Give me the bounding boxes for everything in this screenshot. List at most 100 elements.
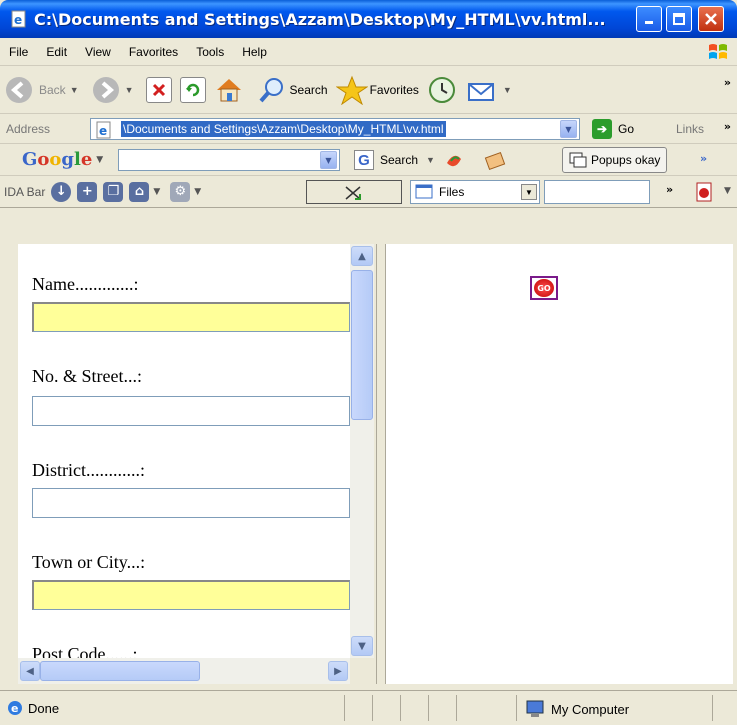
google-search-dropdown-arrow-icon[interactable]: ▼ — [426, 155, 435, 165]
address-dropdown-icon[interactable]: ▼ — [560, 120, 577, 138]
status-bar: e Done My Computer — [0, 690, 737, 725]
settings-icon[interactable]: ⚙ — [170, 181, 191, 202]
forward-arrow-icon — [92, 76, 119, 103]
frame-divider[interactable] — [376, 244, 386, 684]
security-zone: My Computer — [525, 699, 629, 719]
svg-text:e: e — [99, 124, 107, 138]
name-field[interactable] — [32, 302, 350, 332]
ida-status-box[interactable] — [306, 180, 402, 204]
house-icon[interactable]: ⌂ — [129, 181, 150, 202]
town-field[interactable] — [32, 580, 350, 610]
google-search-dropdown-icon[interactable]: ▼ — [320, 151, 337, 169]
district-field[interactable] — [32, 488, 350, 518]
close-button[interactable] — [698, 6, 724, 32]
google-overflow-icon[interactable]: » — [700, 152, 707, 165]
street-label: No. & Street...: — [32, 366, 142, 386]
district-label: District............: — [32, 460, 145, 480]
right-frame — [386, 244, 733, 684]
popup-window-icon — [569, 152, 587, 168]
computer-icon — [526, 700, 544, 717]
pagerank-icon[interactable] — [443, 149, 465, 171]
menu-favorites[interactable]: Favorites — [120, 45, 187, 59]
ida-dropdown-2-icon[interactable]: ▼ — [194, 187, 201, 197]
windows-logo-icon — [709, 44, 727, 59]
files-text-input[interactable] — [544, 180, 650, 204]
search-label: Search — [289, 82, 328, 97]
left-vertical-scrollbar[interactable]: ▲ ▼ — [350, 244, 374, 658]
refresh-icon — [179, 76, 206, 103]
files-dropdown-icon[interactable]: ▼ — [521, 184, 537, 200]
menu-bar: File Edit View Favorites Tools Help — [0, 38, 737, 66]
google-logo[interactable]: Google — [22, 149, 92, 170]
ida-dropdown-1-icon[interactable]: ▼ — [153, 187, 160, 197]
go-button[interactable]: ➔ Go — [592, 119, 634, 139]
search-button[interactable]: Search — [254, 70, 332, 110]
mail-dropdown-icon[interactable]: ▼ — [503, 85, 512, 95]
maximize-button[interactable] — [666, 6, 692, 32]
address-value: \Documents and Settings\Azzam\Desktop\My… — [121, 121, 446, 137]
pdf-dropdown-icon[interactable]: ▼ — [724, 186, 731, 196]
stop-button[interactable] — [142, 70, 176, 110]
left-horizontal-scrollbar[interactable]: ◀ ▶ — [18, 658, 350, 684]
back-dropdown-icon[interactable]: ▼ — [70, 85, 79, 95]
google-search-button[interactable]: G Search ▼ — [354, 149, 507, 171]
window-icon — [415, 184, 433, 199]
popups-okay-button[interactable]: Popups okay — [562, 147, 668, 173]
scroll-down-icon[interactable]: ▼ — [351, 636, 373, 656]
horizontal-scroll-thumb[interactable] — [40, 661, 200, 681]
refresh-button[interactable] — [176, 70, 210, 110]
status-divider — [456, 695, 457, 721]
left-frame: Name.............: No. & Street...: Dist… — [18, 244, 376, 684]
files-select[interactable]: Files ▼ — [410, 180, 540, 204]
google-g-icon: G — [354, 150, 374, 170]
highlighter-icon[interactable] — [483, 149, 507, 171]
links-overflow-icon[interactable]: » — [724, 120, 731, 133]
forward-dropdown-icon[interactable]: ▼ — [125, 85, 134, 95]
back-button[interactable]: Back ▼ — [0, 70, 87, 110]
ida-toolbar: IDA Bar ↓ + ❐ ⌂ ▼ ⚙ ▼ Files ▼ » ▼ — [0, 176, 737, 208]
google-search-input[interactable]: ▼ — [118, 149, 340, 171]
home-button[interactable] — [210, 70, 248, 110]
zone-label: My Computer — [551, 701, 630, 717]
copy-icon[interactable]: ❐ — [103, 181, 124, 202]
google-toolbar: Google ▼ ▼ G Search ▼ Popups okay » — [0, 144, 737, 176]
go-image-icon: GO — [534, 279, 554, 297]
google-menu-dropdown-icon[interactable]: ▼ — [96, 155, 103, 165]
status-divider — [344, 695, 345, 721]
menu-tools[interactable]: Tools — [187, 45, 233, 59]
ida-bar-label: IDA Bar — [4, 184, 46, 199]
ida-overflow-icon[interactable]: » — [666, 183, 673, 196]
stop-icon — [145, 76, 172, 103]
scroll-right-icon[interactable]: ▶ — [328, 661, 348, 681]
vertical-scroll-thumb[interactable] — [351, 270, 373, 420]
favorites-button[interactable]: Favorites — [332, 70, 423, 110]
address-label: Address — [6, 121, 51, 136]
forward-button[interactable]: ▼ — [87, 70, 142, 110]
toolbar-overflow-icon[interactable]: » — [724, 76, 731, 89]
menu-file[interactable]: File — [0, 45, 37, 59]
menu-view[interactable]: View — [76, 45, 120, 59]
frame-top-border — [0, 208, 737, 244]
favorites-label: Favorites — [369, 82, 419, 97]
download-icon[interactable]: ↓ — [51, 181, 72, 202]
mail-button[interactable]: ▼ — [461, 70, 520, 110]
minimize-button[interactable] — [636, 6, 662, 32]
ie-page-icon: e — [11, 10, 26, 28]
search-icon — [259, 77, 283, 102]
favorites-star-icon — [335, 75, 368, 105]
frame-left-border — [0, 208, 18, 698]
links-label[interactable]: Links — [676, 122, 704, 136]
scroll-up-icon[interactable]: ▲ — [351, 246, 373, 266]
menu-edit[interactable]: Edit — [37, 45, 76, 59]
menu-help[interactable]: Help — [233, 45, 276, 59]
history-button[interactable] — [423, 70, 461, 110]
go-image-button[interactable]: GO — [530, 276, 558, 300]
window-title: C:\Documents and Settings\Azzam\Desktop\… — [34, 9, 606, 29]
scroll-left-icon[interactable]: ◀ — [20, 661, 40, 681]
close-icon — [705, 13, 717, 25]
add-icon[interactable]: + — [77, 181, 98, 202]
street-field[interactable] — [32, 396, 350, 426]
address-input[interactable]: e \Documents and Settings\Azzam\Desktop\… — [90, 118, 580, 140]
google-search-label: Search — [380, 153, 419, 167]
pdf-icon[interactable] — [694, 181, 716, 203]
